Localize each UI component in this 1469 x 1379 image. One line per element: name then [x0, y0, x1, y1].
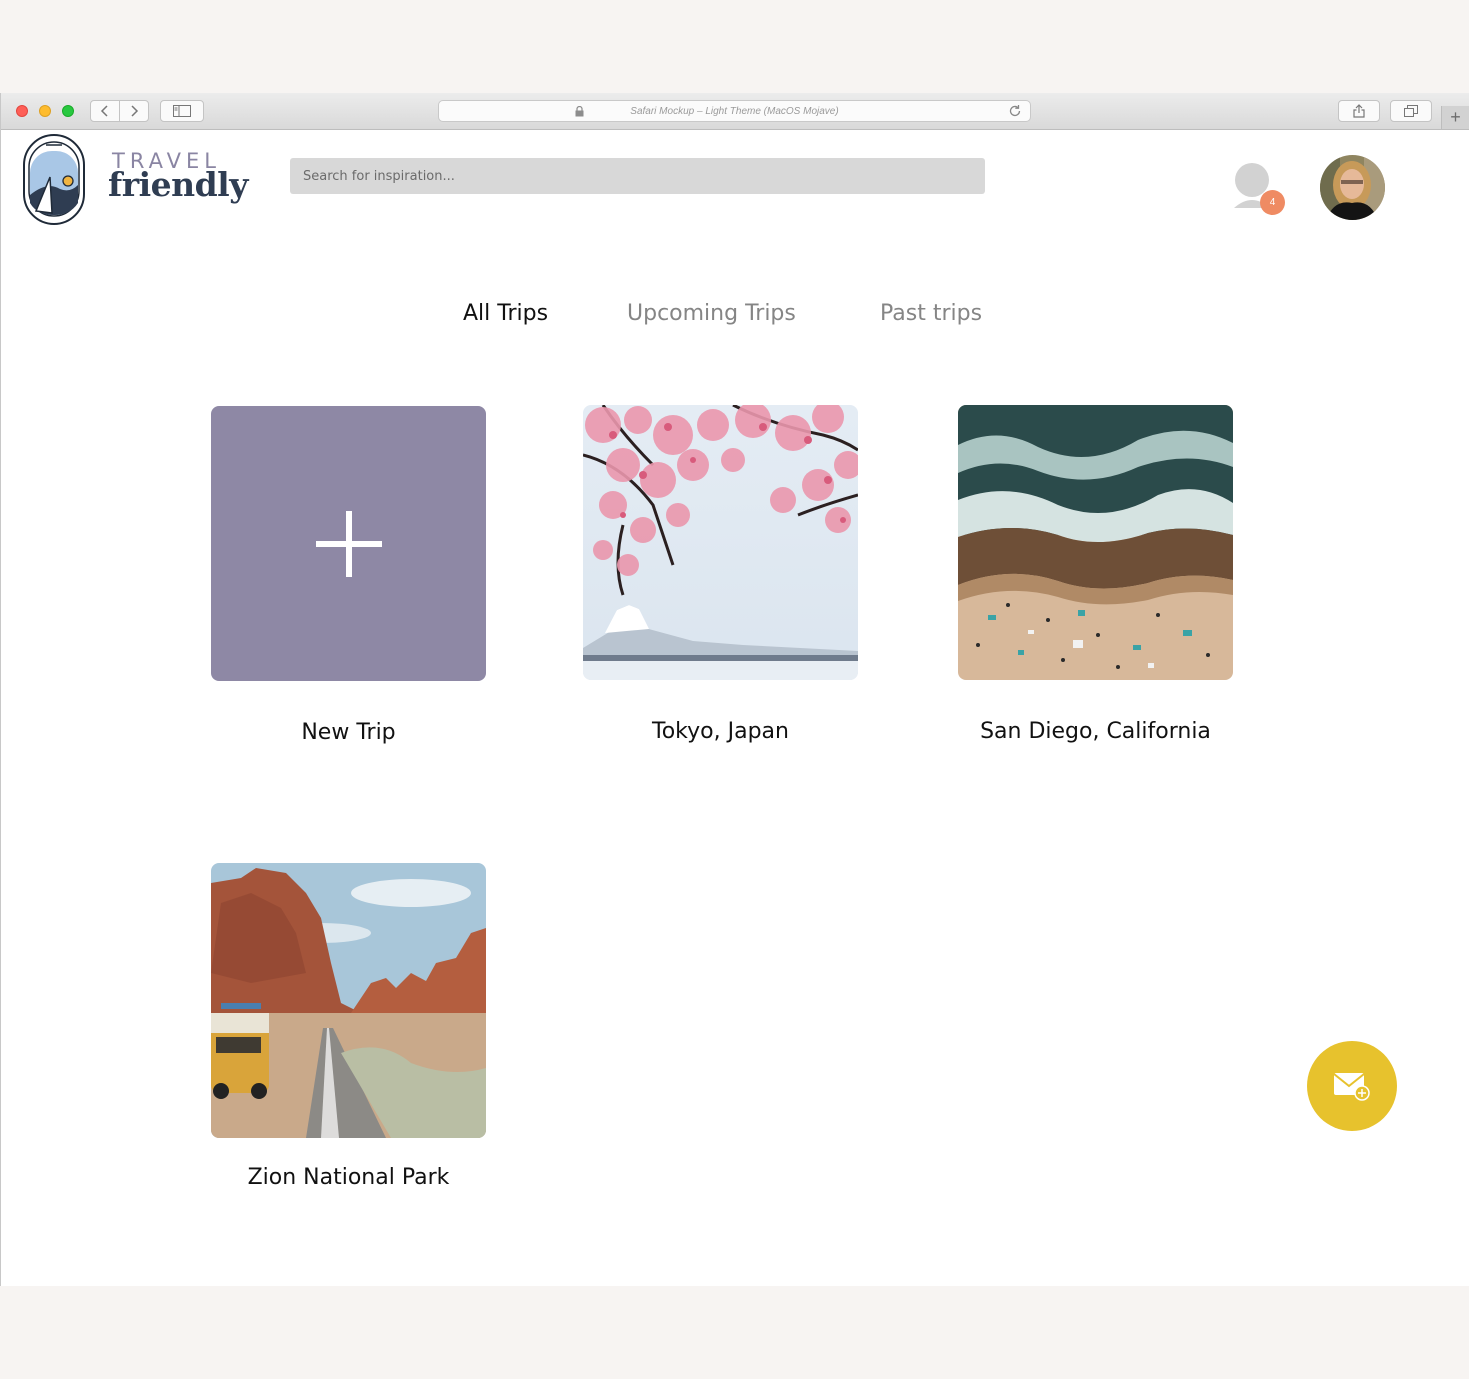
sidebar-toggle-button[interactable]	[160, 100, 204, 122]
search-input[interactable]	[290, 158, 985, 194]
mail-add-icon	[1333, 1073, 1370, 1101]
tab-all-trips[interactable]: All Trips	[463, 301, 548, 326]
zoom-window-button[interactable]	[62, 105, 74, 117]
trip-title: Tokyo, Japan	[652, 719, 789, 744]
reload-icon[interactable]	[1008, 104, 1022, 118]
tabs-overview-button[interactable]	[1390, 100, 1432, 122]
share-icon	[1353, 104, 1365, 118]
forward-button[interactable]	[119, 100, 149, 122]
brand-logo[interactable]: TRAVEL friendly	[22, 133, 248, 228]
back-button[interactable]	[90, 100, 120, 122]
sidebar-icon	[173, 105, 191, 117]
chevron-left-icon	[100, 105, 108, 117]
cherry-blossom-fuji-photo	[583, 405, 858, 680]
desert-road-van-photo	[211, 863, 486, 1138]
trip-card-zion[interactable]: Zion National Park	[211, 863, 486, 1190]
trip-card-san-diego[interactable]: San Diego, California	[958, 405, 1233, 744]
tabs-icon	[1404, 105, 1418, 117]
share-button[interactable]	[1338, 100, 1380, 122]
avatar[interactable]	[1320, 155, 1385, 220]
close-window-button[interactable]	[16, 105, 28, 117]
minimize-window-button[interactable]	[39, 105, 51, 117]
compose-message-button[interactable]	[1307, 1041, 1397, 1131]
trip-image	[958, 405, 1233, 680]
profile-photo	[1320, 155, 1385, 220]
plus-icon	[315, 510, 382, 577]
brand-line-2: friendly	[108, 165, 248, 204]
chevron-right-icon	[131, 105, 139, 117]
new-trip-tile[interactable]	[211, 406, 486, 681]
notification-count-badge: 4	[1260, 190, 1285, 215]
address-bar[interactable]: Safari Mockup – Light Theme (MacOS Mojav…	[438, 100, 1031, 122]
trip-card-tokyo[interactable]: Tokyo, Japan	[583, 405, 858, 744]
trip-title: New Trip	[301, 720, 396, 745]
trip-title: Zion National Park	[247, 1165, 450, 1190]
browser-toolbar: Safari Mockup – Light Theme (MacOS Mojav…	[1, 93, 1469, 130]
trip-image	[211, 863, 486, 1138]
trip-title: San Diego, California	[980, 719, 1211, 744]
address-text: Safari Mockup – Light Theme (MacOS Mojav…	[630, 105, 839, 117]
tab-past-trips[interactable]: Past trips	[880, 301, 982, 326]
beach-aerial-photo	[958, 405, 1233, 680]
lock-icon	[575, 106, 584, 117]
airplane-window-icon	[23, 134, 85, 225]
new-tab-button[interactable]: +	[1441, 106, 1469, 129]
trip-image	[583, 405, 858, 680]
tab-upcoming-trips[interactable]: Upcoming Trips	[627, 301, 796, 326]
new-trip-card[interactable]: New Trip	[211, 406, 486, 745]
